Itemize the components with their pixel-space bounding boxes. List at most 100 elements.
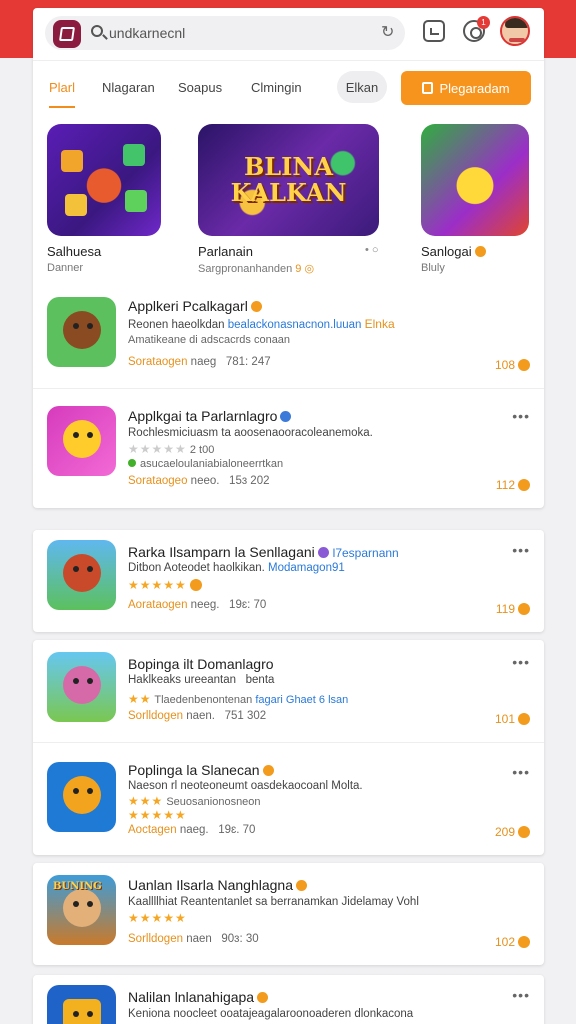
app-meta-label: Aoctagen [128,824,177,836]
app-rating: ★★★★★ 2 t00 [128,442,214,456]
app-desc: Rochlesmiciuasm ta aoosenaooracoleanemok… [128,427,373,439]
search-icon [91,25,103,37]
app-meta-date: 90ɜ: 30 [221,933,259,945]
more-options-button[interactable]: ••• [512,987,530,1003]
app-meta: Sorlldogen naen 90ɜ: 30 [128,933,259,945]
secondary-button[interactable]: Elkan [337,71,387,103]
app-desc-tag: Elnka [364,317,395,331]
app-count-value: 108 [494,358,515,372]
app-card: Rarka Ilsamparn la Senllagani l7esparnan… [33,530,544,632]
app-rating-text: 2 t00 [189,444,215,456]
app-count-value: 102 [494,935,515,949]
star-rating-icon: ★★★★★ [128,911,187,925]
verified-icon [262,765,274,776]
featured-name-2[interactable]: Parlanain [198,244,253,259]
app-desc: Keniona noocleet ooatajeagalaroonoaderen… [128,1008,414,1020]
featured-name-3-wrap[interactable]: Sanlogai [421,244,486,259]
more-options-button[interactable]: ••• [512,542,530,558]
app-desc-secondary-text: Seuosanionosneon [166,796,261,808]
featured-sub-2: Sargpronanhanden [198,263,293,275]
app-desc: Kaallllhiat Reantentanlet sa berranamkan… [128,896,419,908]
app-title[interactable]: Applkeri Pcalkagarl [128,298,262,314]
more-options-button[interactable]: ••• [512,764,530,780]
coin-icon [518,713,530,725]
app-icon[interactable] [47,985,116,1024]
more-options-button[interactable]: ••• [512,408,530,424]
coin-icon [189,579,202,591]
app-icon[interactable] [47,297,116,367]
header-divider [33,60,544,61]
featured-name-1[interactable]: Salhuesa [47,244,101,259]
main-card: undkarnecnl ↻ 1 Plarl Nlagaran Soapus Cl… [33,8,544,508]
app-desc-secondary: asucaeloulaniabialoneerrtkan [128,458,283,470]
status-dot-icon [128,459,136,467]
app-meta-date: 19ɛ: 70 [229,599,267,611]
app-desc-text: Reonen haeolkdan [128,319,225,331]
app-title[interactable]: Applkgai ta Parlarnlagro [128,408,292,424]
app-meta-extra: neeo. [190,475,220,487]
coin-icon [518,826,530,838]
app-title[interactable]: Poplinga la Slanecan [128,762,274,778]
app-meta-date: 15ɜ 202 [229,475,270,487]
search-bar[interactable]: undkarnecnl ↻ [45,16,405,50]
featured-tile-2[interactable]: BLINA KALKAN [198,124,379,236]
app-title[interactable]: Uanlan Ilsarla Nanghlagna [128,877,307,893]
featured-tile-3[interactable] [421,124,529,236]
featured-sub-1: Danner [47,262,84,274]
app-rating: ★★★★★ [128,578,202,592]
app-title[interactable]: Bopinga ilt Domanlagro [128,656,274,672]
app-meta-label: Sorlldogen [128,933,183,945]
app-title[interactable]: Nalilan lnlanahigapa [128,989,269,1005]
tab-plarl[interactable]: Plarl [49,80,75,95]
app-icon[interactable] [47,762,116,832]
app-icon[interactable] [47,406,116,476]
app-card: Nalilan lnlanahigapa ••• Keniona nooclee… [33,975,544,1024]
app-count: 102 [495,935,530,949]
app-meta-label: Sorataogeo [128,475,188,487]
star-rating-icon: ★★★★★ [128,808,187,822]
app-desc-link[interactable]: bealackonasnacnon.luuan [228,319,362,331]
verified-icon [317,547,329,558]
app-count-value: 119 [495,602,515,616]
app-card: Bopinga ilt Domanlagro ••• Haklkeaks ure… [33,640,544,855]
app-title[interactable]: Rarka Ilsamparn la Senllagani l7esparnan… [128,544,399,560]
app-desc-secondary: Tlaedenbenontenan [154,694,253,706]
reload-icon[interactable]: ↻ [381,22,394,42]
avatar[interactable] [500,16,530,46]
featured-tile-1[interactable] [47,124,161,236]
app-count: 119 [496,602,530,616]
app-desc-tag: benta [245,674,275,686]
row-divider [33,388,544,389]
app-title-text: Applkeri Pcalkagarl [128,298,248,314]
app-title-text: Nalilan lnlanahigapa [128,989,255,1005]
app-count-value: 112 [495,478,515,492]
app-rating: ★★★★★ [128,808,187,822]
app-title-text: Uanlan Ilsarla Nanghlagna [128,877,293,893]
app-count-value: 209 [494,825,515,839]
app-desc-link[interactable]: Modamagon91 [268,562,345,574]
app-meta-extra: neeg. [190,599,220,611]
search-input[interactable]: undkarnecnl [109,25,185,41]
app-title-text: Rarka Ilsamparn la Senllagani [128,544,315,560]
app-desc-link[interactable]: fagari Ghaet 6 lsan [255,694,348,706]
tab-nlagaran[interactable]: Nlagaran [102,80,155,95]
featured-badge-2: 9 ◎ [295,263,315,275]
tab-clmingin[interactable]: Clmingin [251,80,302,95]
coin-icon [518,479,530,491]
bookmark-icon [422,82,434,94]
app-desc-text: Ditbon Aoteodet haolkikan. [128,562,265,574]
app-title-text: Poplinga la Slanecan [128,762,260,778]
app-meta-label: Aorataogen [128,599,188,611]
app-rating: ★★★★★ [128,911,187,925]
calendar-icon[interactable] [423,20,445,42]
star-rating-icon: ★★★★★ [128,442,187,456]
app-meta-date: 19ɛ. 70 [218,824,256,836]
app-icon[interactable] [47,540,116,610]
app-icon[interactable] [47,652,116,722]
app-rating: ★★ Tlaedenbenontenan fagari Ghaet 6 lsan [128,692,348,706]
primary-button[interactable]: Plegaradam [401,71,531,105]
app-meta-label: Sorataogen [128,356,188,368]
more-options-button[interactable]: ••• [512,654,530,670]
tab-soapus[interactable]: Soapus [178,80,222,95]
app-meta-label: Sorlldogen [128,710,183,722]
